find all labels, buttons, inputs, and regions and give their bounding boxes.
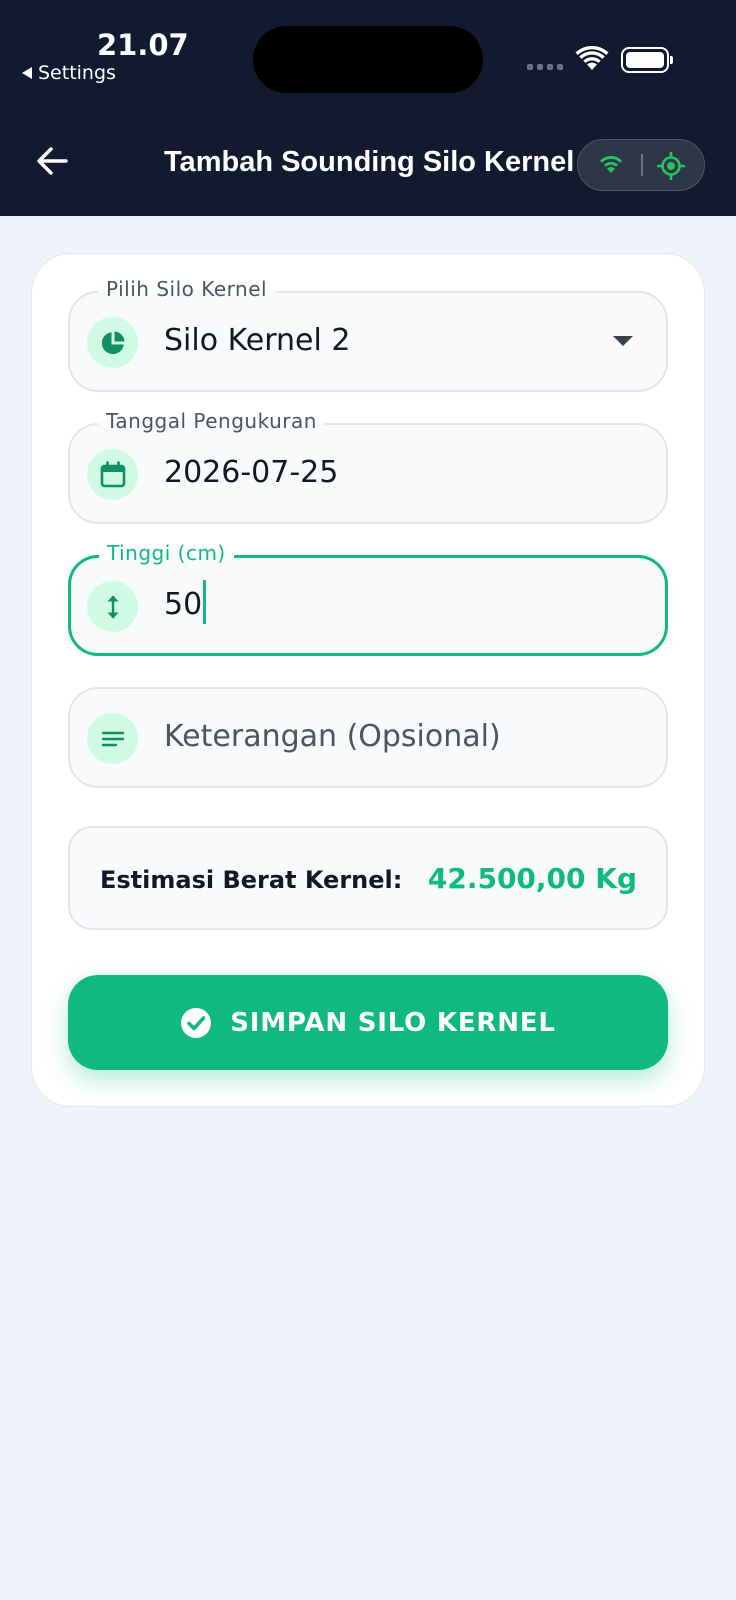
weight-estimate-box: Estimasi Berat Kernel: 42.500,00 Kg <box>68 826 668 930</box>
back-triangle-icon <box>22 67 32 79</box>
height-field[interactable]: Tinggi (cm) 50 <box>68 541 668 656</box>
status-back-label: Settings <box>38 62 116 84</box>
date-field-label: Tanggal Pengukuran <box>98 409 325 433</box>
gps-target-icon <box>657 152 685 180</box>
status-time: 21.07 <box>97 28 189 62</box>
date-field[interactable]: Tanggal Pengukuran 2026-07-25 <box>68 409 668 524</box>
status-back-link[interactable]: Settings <box>22 62 116 84</box>
height-input-text: 50 <box>164 587 203 622</box>
page-title: Tambah Sounding Silo Kernel <box>164 146 575 178</box>
connection-status-pill[interactable] <box>577 139 705 191</box>
vertical-arrows-icon <box>87 581 138 632</box>
wifi-icon <box>600 156 622 173</box>
silo-select-value: Silo Kernel 2 <box>164 323 351 358</box>
status-wifi-icon <box>575 46 609 70</box>
silo-select[interactable]: Pilih Silo Kernel Silo Kernel 2 <box>68 277 668 392</box>
save-silo-kernel-button[interactable]: SIMPAN SILO KERNEL <box>68 975 668 1070</box>
text-cursor <box>203 579 207 624</box>
notes-field-placeholder: Keterangan (Opsional) <box>164 719 501 754</box>
dynamic-island <box>253 26 483 93</box>
height-field-label: Tinggi (cm) <box>99 541 234 565</box>
calendar-icon <box>87 449 138 500</box>
save-button-label: SIMPAN SILO KERNEL <box>230 1007 556 1038</box>
check-circle-icon <box>181 1007 212 1038</box>
chevron-down-icon <box>613 336 633 346</box>
notes-lines-icon <box>87 713 138 764</box>
height-field-value: 50 <box>164 579 207 624</box>
pill-separator <box>641 154 643 176</box>
estimate-value: 42.500,00 Kg <box>427 862 637 895</box>
back-arrow-icon[interactable] <box>36 146 68 176</box>
date-field-value: 2026-07-25 <box>164 455 339 490</box>
cellular-signal-icon <box>527 64 563 70</box>
silo-select-label: Pilih Silo Kernel <box>98 277 276 301</box>
pie-chart-icon <box>87 317 138 368</box>
battery-icon <box>621 47 673 73</box>
app-header: 21.07 Settings Tambah Sounding Silo Kern… <box>0 0 736 216</box>
estimate-label: Estimasi Berat Kernel: <box>100 866 403 894</box>
notes-field[interactable]: Keterangan (Opsional) <box>68 687 668 788</box>
